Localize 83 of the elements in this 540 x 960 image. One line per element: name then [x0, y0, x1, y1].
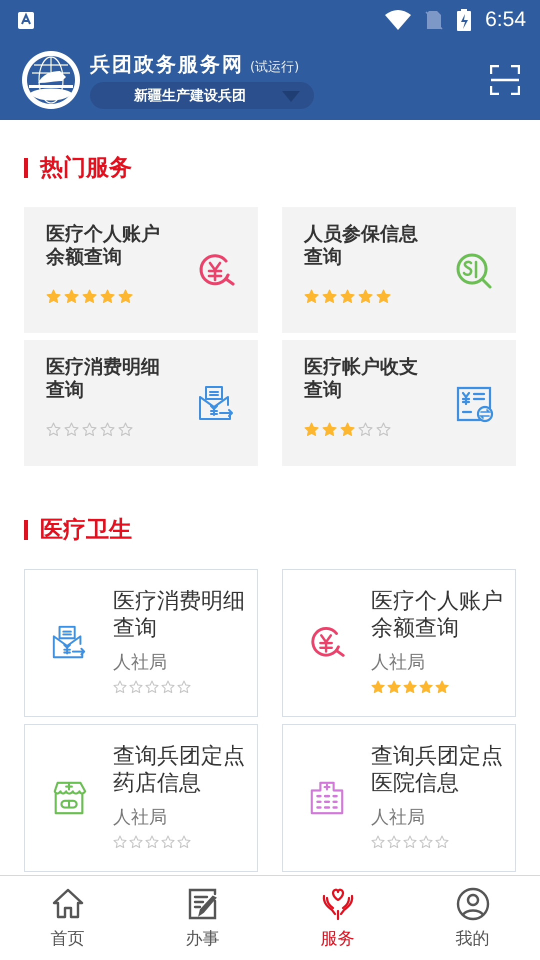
heart-hands-icon — [320, 886, 354, 920]
star-empty-icon — [118, 422, 133, 437]
nav-tab[interactable]: 首页 — [0, 876, 135, 960]
service-card[interactable]: 医疗消费明细查询 — [24, 340, 258, 466]
nav-tab[interactable]: 我的 — [405, 876, 540, 960]
user-icon — [456, 886, 490, 920]
star-empty-icon — [113, 680, 127, 694]
star-empty-icon — [419, 835, 433, 849]
star-empty-icon — [145, 835, 159, 849]
status-time: 6:54 — [485, 8, 526, 32]
service-card[interactable]: 查询兵团定点药店信息 人社局 — [24, 724, 258, 872]
star-filled-icon — [46, 289, 61, 304]
star-filled-icon — [358, 289, 373, 304]
star-filled-icon — [304, 422, 319, 437]
nav-tab[interactable]: 服务 — [270, 876, 405, 960]
star-empty-icon — [64, 422, 79, 437]
department-label: 人社局 — [371, 806, 426, 829]
star-filled-icon — [82, 289, 97, 304]
service-title: 医疗消费明细查询 — [113, 588, 246, 642]
star-filled-icon — [64, 289, 79, 304]
hospital-icon — [308, 779, 346, 817]
star-empty-icon — [129, 680, 143, 694]
service-card[interactable]: 医疗个人账户余额查询 — [24, 207, 258, 333]
service-card[interactable]: 医疗个人账户余额查询 人社局 — [282, 569, 516, 717]
home-icon — [50, 886, 84, 920]
section-title: 医疗卫生 — [40, 516, 132, 545]
region-dropdown[interactable]: 新疆生产建设兵团 — [90, 82, 314, 109]
star-filled-icon — [100, 289, 115, 304]
star-empty-icon — [113, 835, 127, 849]
service-title: 医疗消费明细查询 — [46, 356, 161, 402]
service-card[interactable]: 查询兵团定点医院信息 人社局 — [282, 724, 516, 872]
star-filled-icon — [340, 289, 355, 304]
department-label: 人社局 — [113, 806, 168, 829]
star-empty-icon — [161, 680, 175, 694]
star-filled-icon — [403, 680, 417, 694]
service-card[interactable]: 医疗消费明细查询 人社局 — [24, 569, 258, 717]
star-empty-icon — [387, 835, 401, 849]
star-filled-icon — [322, 422, 337, 437]
star-empty-icon — [358, 422, 373, 437]
wifi-icon — [385, 10, 412, 30]
star-filled-icon — [387, 680, 401, 694]
star-empty-icon — [177, 835, 191, 849]
service-title: 人员参保信息查询 — [304, 223, 419, 269]
service-title: 医疗个人账户余额查询 — [46, 223, 161, 269]
service-card[interactable]: 医疗帐户收支查询 — [282, 340, 516, 466]
star-filled-icon — [376, 289, 391, 304]
service-card[interactable]: 人员参保信息查询 — [282, 207, 516, 333]
star-empty-icon — [177, 680, 191, 694]
no-sim-icon — [425, 10, 444, 30]
star-filled-icon — [371, 680, 385, 694]
ledger-icon — [454, 384, 494, 424]
caret-icon — [282, 91, 300, 102]
star-filled-icon — [118, 289, 133, 304]
site-subtitle: (试运行) — [250, 59, 300, 76]
star-empty-icon — [129, 835, 143, 849]
star-filled-icon — [322, 289, 337, 304]
star-empty-icon — [161, 835, 175, 849]
department-label: 人社局 — [113, 651, 168, 674]
service-title: 查询兵团定点药店信息 — [113, 743, 246, 797]
site-title: 兵团政务服务网 — [90, 51, 244, 78]
star-empty-icon — [435, 835, 449, 849]
battery-charging-icon — [457, 9, 472, 31]
star-empty-icon — [403, 835, 417, 849]
scan-icon[interactable] — [490, 65, 520, 95]
section-title: 热门服务 — [40, 154, 132, 183]
notification-icon — [18, 12, 34, 28]
nav-tab[interactable]: 办事 — [135, 876, 270, 960]
star-filled-icon — [304, 289, 319, 304]
star-empty-icon — [145, 680, 159, 694]
star-filled-icon — [340, 422, 355, 437]
star-empty-icon — [100, 422, 115, 437]
star-filled-icon — [435, 680, 449, 694]
service-title: 查询兵团定点医院信息 — [371, 743, 504, 797]
service-title: 医疗个人账户余额查询 — [371, 588, 504, 642]
star-empty-icon — [376, 422, 391, 437]
star-empty-icon — [46, 422, 61, 437]
star-filled-icon — [419, 680, 433, 694]
star-empty-icon — [371, 835, 385, 849]
service-title: 医疗帐户收支查询 — [304, 356, 419, 402]
department-label: 人社局 — [371, 651, 426, 674]
star-empty-icon — [82, 422, 97, 437]
si-search-icon — [454, 251, 494, 291]
logo-emblem-icon — [20, 49, 82, 111]
